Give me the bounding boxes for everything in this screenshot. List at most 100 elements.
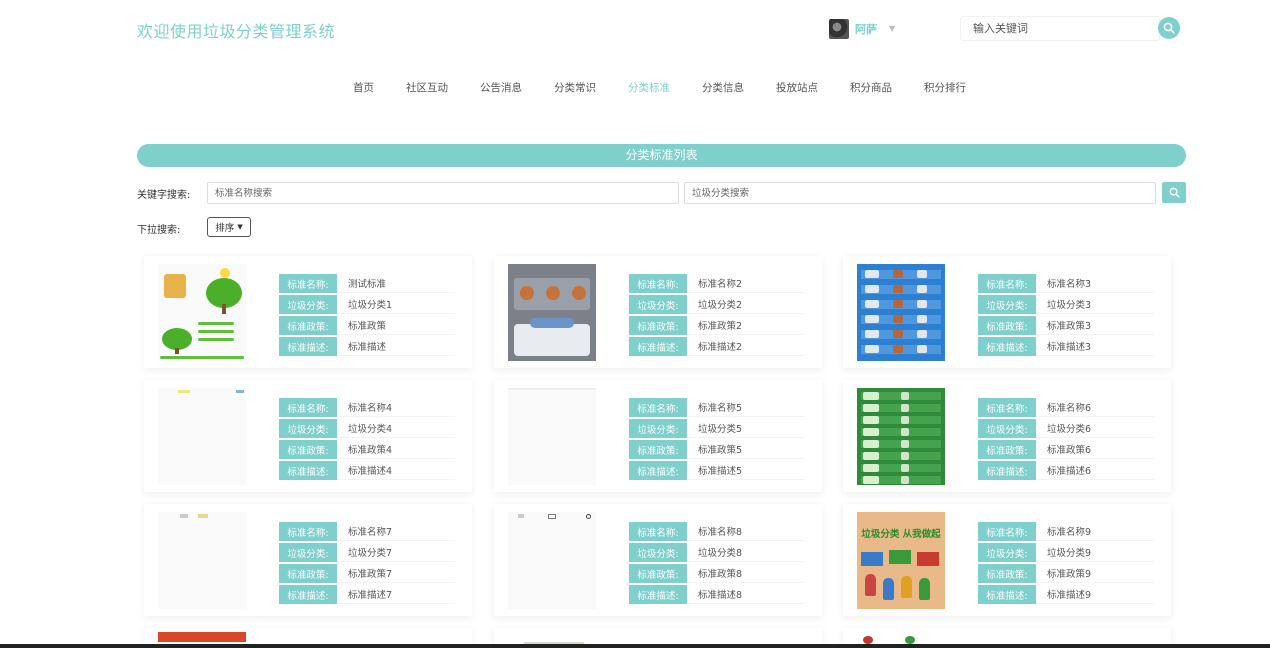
standard-policy-row: 标准政策: 标准政策3 <box>978 315 1154 336</box>
standard-policy-value: 标准政策3 <box>1036 316 1154 335</box>
standard-image[interactable] <box>857 388 945 485</box>
nav-item-stations[interactable]: 投放站点 <box>760 80 834 96</box>
standard-card[interactable]: 标准名称: 测试标准 垃圾分类: 垃圾分类1 标准政策: 标准政策 标准描述: 标准描述 <box>144 256 472 368</box>
standard-policy-row: 标准政策: 标准政策7 <box>279 563 455 584</box>
nav-item-standards[interactable]: 分类标准 <box>612 80 686 96</box>
standard-card[interactable]: 标准名称: 标准名称5 垃圾分类: 垃圾分类5 标准政策: 标准政策5 标准描述: 标准描述5 <box>494 380 822 492</box>
standard-name-value: 标准名称6 <box>1036 398 1154 417</box>
standard-name-label: 标准名称: <box>279 522 337 541</box>
standard-name-row: 标准名称: 标准名称2 <box>629 273 805 294</box>
waste-category-label: 垃圾分类: <box>978 295 1036 314</box>
standard-image[interactable] <box>508 264 596 361</box>
waste-category-label: 垃圾分类: <box>978 419 1036 438</box>
poster-text: 垃圾分类 从我做起 <box>861 529 941 540</box>
waste-category-value: 垃圾分类1 <box>337 295 455 314</box>
waste-category-row: 垃圾分类: 垃圾分类5 <box>629 418 805 439</box>
standard-card-partial[interactable] <box>144 628 472 644</box>
nav-item-announcements[interactable]: 公告消息 <box>464 80 538 96</box>
standard-fields: 标准名称: 标准名称9 垃圾分类: 垃圾分类9 标准政策: 标准政策9 标准描述: 标准描述9 <box>978 521 1154 605</box>
standard-card[interactable]: 标准名称: 标准名称4 垃圾分类: 垃圾分类4 标准政策: 标准政策4 标准描述: 标准描述4 <box>144 380 472 492</box>
standard-fields: 标准名称: 标准名称5 垃圾分类: 垃圾分类5 标准政策: 标准政策5 标准描述: 标准描述5 <box>629 397 805 481</box>
standard-card[interactable]: 标准名称: 标准名称7 垃圾分类: 垃圾分类7 标准政策: 标准政策7 标准描述: 标准描述7 <box>144 504 472 616</box>
standard-card-partial[interactable] <box>843 628 1171 644</box>
standard-policy-label: 标准政策: <box>279 564 337 583</box>
standard-card[interactable]: 标准名称: 标准名称2 垃圾分类: 垃圾分类2 标准政策: 标准政策2 标准描述: 标准描述2 <box>494 256 822 368</box>
standard-policy-value: 标准政策2 <box>687 316 805 335</box>
standard-desc-value: 标准描述4 <box>337 461 455 480</box>
waste-category-row: 垃圾分类: 垃圾分类1 <box>279 294 455 315</box>
standard-policy-label: 标准政策: <box>978 316 1036 335</box>
standard-desc-value: 标准描述 <box>337 337 455 356</box>
standard-fields: 标准名称: 测试标准 垃圾分类: 垃圾分类1 标准政策: 标准政策 标准描述: 标准描述 <box>279 273 455 357</box>
standard-policy-value: 标准政策6 <box>1036 440 1154 459</box>
standard-image[interactable] <box>508 512 596 609</box>
nav-item-home[interactable]: 首页 <box>337 80 390 96</box>
waste-category-search-input[interactable] <box>684 182 1156 204</box>
waste-category-label: 垃圾分类: <box>279 419 337 438</box>
standard-desc-label: 标准描述: <box>629 585 687 604</box>
nav-item-community[interactable]: 社区互动 <box>390 80 464 96</box>
standard-policy-value: 标准政策4 <box>337 440 455 459</box>
standard-fields: 标准名称: 标准名称7 垃圾分类: 垃圾分类7 标准政策: 标准政策7 标准描述: 标准描述7 <box>279 521 455 605</box>
avatar[interactable] <box>829 18 849 39</box>
standard-desc-row: 标准描述: 标准描述6 <box>978 460 1154 481</box>
standard-image[interactable] <box>508 388 596 485</box>
standard-policy-value: 标准政策8 <box>687 564 805 583</box>
standard-desc-value: 标准描述5 <box>687 461 805 480</box>
standard-name-value: 标准名称7 <box>337 522 455 541</box>
nav-item-points-ranking[interactable]: 积分排行 <box>908 80 982 96</box>
search-icon <box>1169 187 1180 198</box>
standard-desc-row: 标准描述: 标准描述 <box>279 336 455 357</box>
standard-desc-row: 标准描述: 标准描述7 <box>279 584 455 605</box>
standard-card[interactable]: 标准名称: 标准名称6 垃圾分类: 垃圾分类6 标准政策: 标准政策6 标准描述: 标准描述6 <box>843 380 1171 492</box>
standard-policy-label: 标准政策: <box>629 316 687 335</box>
dropdown-search-label: 下拉搜索: <box>137 225 181 236</box>
caret-down-icon: ▼ <box>237 223 243 231</box>
waste-category-row: 垃圾分类: 垃圾分类7 <box>279 542 455 563</box>
standard-desc-row: 标准描述: 标准描述5 <box>629 460 805 481</box>
standard-image[interactable] <box>857 264 945 361</box>
nav-item-knowledge[interactable]: 分类常识 <box>538 80 612 96</box>
header-search-input[interactable] <box>960 16 1160 41</box>
standard-desc-value: 标准描述7 <box>337 585 455 604</box>
waste-category-value: 垃圾分类6 <box>1036 419 1154 438</box>
user-menu[interactable]: 阿萨 ▼ <box>829 18 895 39</box>
waste-category-value: 垃圾分类9 <box>1036 543 1154 562</box>
waste-category-value: 垃圾分类2 <box>687 295 805 314</box>
standard-name-value: 标准名称8 <box>687 522 805 541</box>
standard-policy-value: 标准政策 <box>337 316 455 335</box>
standard-name-value: 标准名称4 <box>337 398 455 417</box>
standard-name-row: 标准名称: 标准名称8 <box>629 521 805 542</box>
chevron-down-icon[interactable]: ▼ <box>889 24 895 33</box>
standard-policy-row: 标准政策: 标准政策5 <box>629 439 805 460</box>
standard-name-row: 标准名称: 标准名称7 <box>279 521 455 542</box>
standard-name-label: 标准名称: <box>279 274 337 293</box>
standard-policy-row: 标准政策: 标准政策2 <box>629 315 805 336</box>
standard-card[interactable]: 垃圾分类 从我做起 标准名称: 标准名称9 垃圾分类: 垃圾分类9 标准政策: 标准政策9 标… <box>843 504 1171 616</box>
standard-fields: 标准名称: 标准名称2 垃圾分类: 垃圾分类2 标准政策: 标准政策2 标准描述: 标准描述2 <box>629 273 805 357</box>
standard-card[interactable]: 标准名称: 标准名称3 垃圾分类: 垃圾分类3 标准政策: 标准政策3 标准描述: 标准描述3 <box>843 256 1171 368</box>
standard-policy-label: 标准政策: <box>978 440 1036 459</box>
standard-policy-label: 标准政策: <box>629 440 687 459</box>
header-search-button[interactable] <box>1158 17 1180 39</box>
standard-name-row: 标准名称: 标准名称4 <box>279 397 455 418</box>
nav-item-points-goods[interactable]: 积分商品 <box>834 80 908 96</box>
list-search-button[interactable] <box>1162 182 1186 203</box>
standard-name-search-input[interactable] <box>207 182 679 204</box>
standard-desc-label: 标准描述: <box>629 461 687 480</box>
standard-image[interactable]: 垃圾分类 从我做起 <box>857 512 945 609</box>
standard-card-partial[interactable] <box>494 628 822 645</box>
standard-card[interactable]: 标准名称: 标准名称8 垃圾分类: 垃圾分类8 标准政策: 标准政策8 标准描述: 标准描述8 <box>494 504 822 616</box>
standard-image[interactable] <box>158 264 246 361</box>
waste-category-value: 垃圾分类8 <box>687 543 805 562</box>
user-name[interactable]: 阿萨 <box>855 21 877 37</box>
sort-dropdown[interactable]: 排序 ▼ <box>207 217 251 237</box>
waste-category-row: 垃圾分类: 垃圾分类2 <box>629 294 805 315</box>
standard-image[interactable] <box>158 388 246 485</box>
nav-item-info[interactable]: 分类信息 <box>686 80 760 96</box>
waste-category-row: 垃圾分类: 垃圾分类4 <box>279 418 455 439</box>
standard-image[interactable] <box>158 512 246 609</box>
standard-name-value: 测试标准 <box>337 274 455 293</box>
bottom-edge <box>0 644 1270 648</box>
standard-desc-label: 标准描述: <box>629 337 687 356</box>
